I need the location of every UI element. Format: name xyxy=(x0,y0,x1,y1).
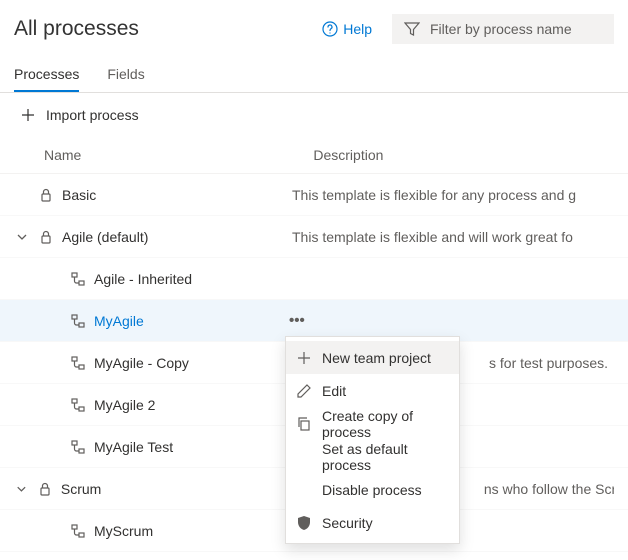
process-name: Basic xyxy=(62,187,292,203)
context-menu: New team project Edit Create copy of pro… xyxy=(285,336,460,544)
tab-bar: Processes Fields xyxy=(0,58,628,93)
ellipsis-icon: ••• xyxy=(289,312,305,329)
lock-icon xyxy=(38,187,54,203)
inherited-icon xyxy=(70,523,86,539)
chevron-down-icon[interactable] xyxy=(14,481,29,497)
lock-icon xyxy=(37,481,53,497)
menu-label: Edit xyxy=(322,383,346,399)
more-actions-button[interactable]: ••• xyxy=(289,312,319,329)
inherited-icon xyxy=(70,397,86,413)
filter-placeholder: Filter by process name xyxy=(430,21,572,37)
help-link[interactable]: Help xyxy=(322,21,372,37)
inherited-icon xyxy=(70,439,86,455)
process-name: Agile (default) xyxy=(62,229,292,245)
process-desc: s for test purposes. xyxy=(489,355,608,371)
copy-icon xyxy=(296,416,312,432)
chevron-down-icon[interactable] xyxy=(14,229,30,245)
filter-input[interactable]: Filter by process name xyxy=(392,14,614,44)
process-name[interactable]: MyAgile xyxy=(94,313,289,329)
page-title: All processes xyxy=(14,17,139,41)
inherited-icon xyxy=(70,355,86,371)
filter-icon xyxy=(404,21,420,37)
menu-new-team-project[interactable]: New team project xyxy=(286,341,459,374)
shield-icon xyxy=(296,515,312,531)
plus-icon xyxy=(296,350,312,366)
col-name: Name xyxy=(44,147,81,163)
table-row[interactable]: Agile (default) This template is flexibl… xyxy=(0,216,628,258)
table-row[interactable]: Basic This template is flexible for any … xyxy=(0,174,628,216)
menu-edit[interactable]: Edit xyxy=(286,374,459,407)
import-label: Import process xyxy=(46,107,139,123)
inherited-icon xyxy=(70,313,86,329)
tab-processes[interactable]: Processes xyxy=(14,58,79,92)
col-description: Description xyxy=(313,147,383,163)
pencil-icon xyxy=(296,383,312,399)
menu-label: Disable process xyxy=(322,482,422,498)
menu-security[interactable]: Security xyxy=(286,506,459,539)
menu-disable[interactable]: Disable process xyxy=(286,473,459,506)
plus-icon xyxy=(20,107,36,123)
table-header: Name Description xyxy=(0,137,628,174)
table-row[interactable]: Agile - Inherited xyxy=(0,258,628,300)
process-desc: This template is flexible for any proces… xyxy=(292,187,576,203)
tab-fields[interactable]: Fields xyxy=(107,58,144,92)
help-label: Help xyxy=(343,21,372,37)
process-desc: This template is flexible and will work … xyxy=(292,229,573,245)
menu-label: Create copy of process xyxy=(322,408,449,440)
menu-set-default[interactable]: Set as default process xyxy=(286,440,459,473)
process-desc: ns who follow the Scru xyxy=(484,481,614,497)
menu-label: Security xyxy=(322,515,373,531)
import-process-button[interactable]: Import process xyxy=(0,93,628,137)
menu-label: Set as default process xyxy=(322,441,449,473)
lock-icon xyxy=(38,229,54,245)
menu-create-copy[interactable]: Create copy of process xyxy=(286,407,459,440)
help-icon xyxy=(322,21,338,37)
inherited-icon xyxy=(70,271,86,287)
process-name: Agile - Inherited xyxy=(94,271,296,287)
menu-label: New team project xyxy=(322,350,431,366)
